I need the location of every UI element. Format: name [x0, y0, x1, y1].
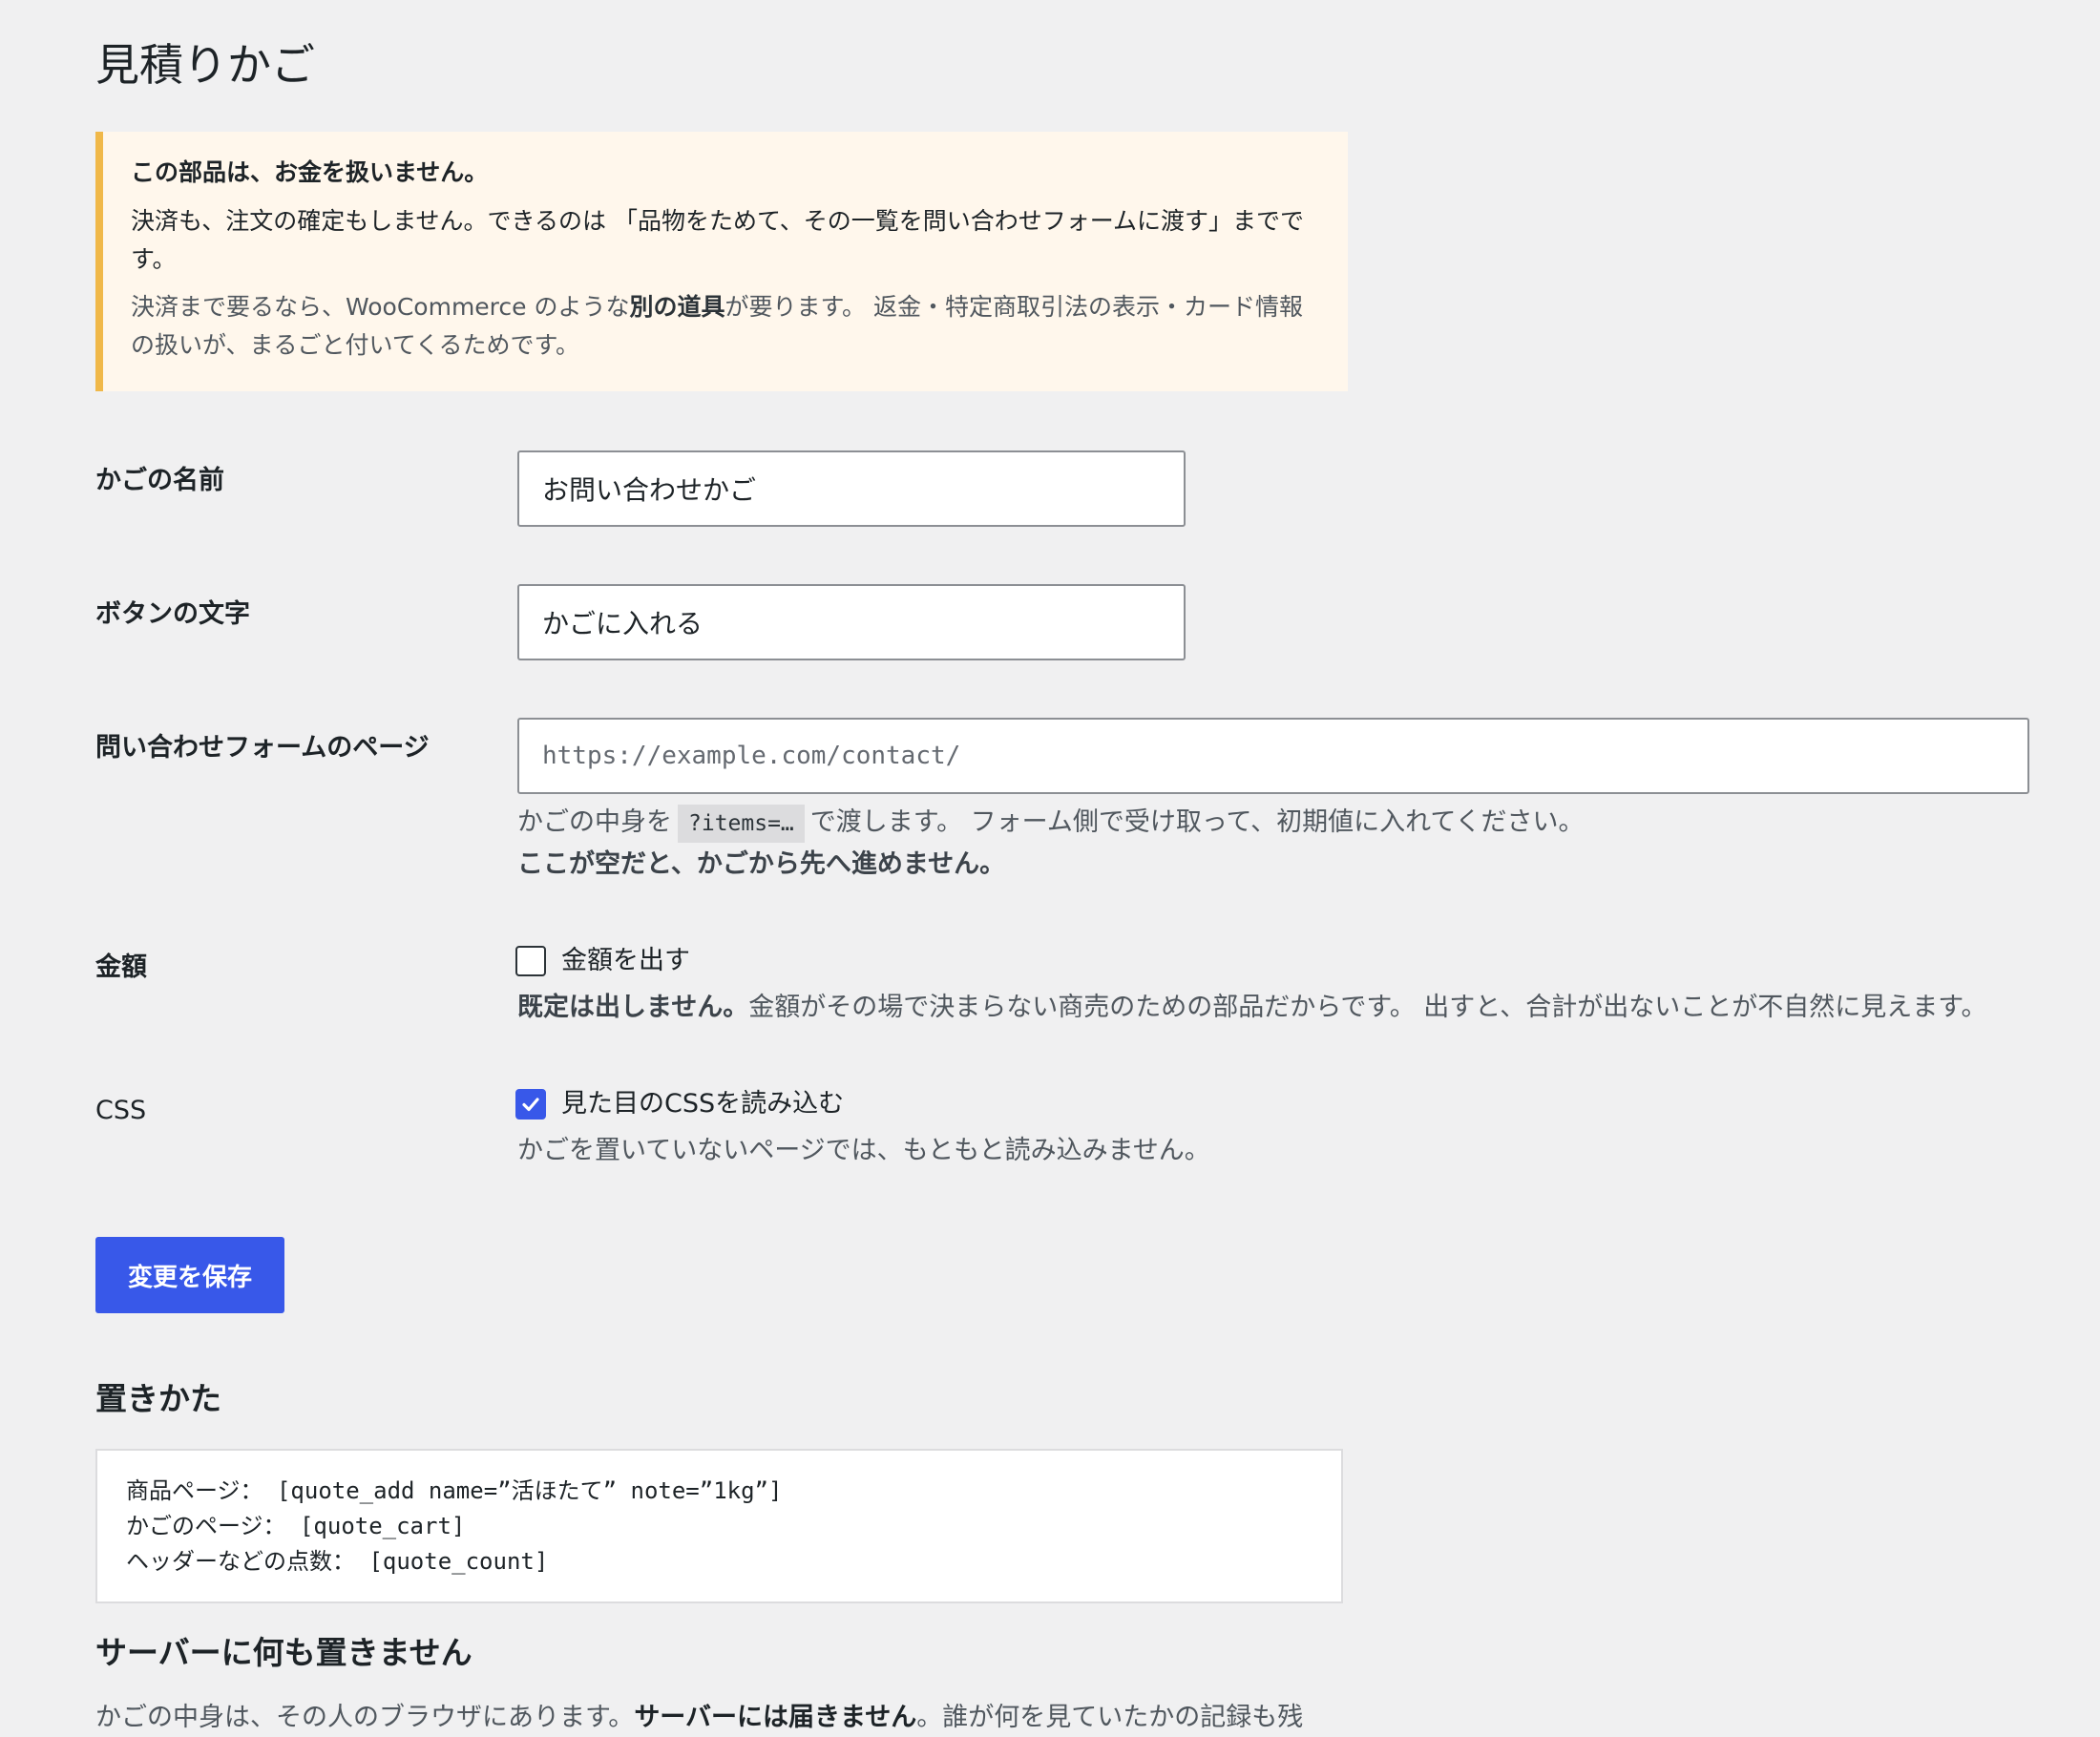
- form-page-warning-strong: ここが空だと、かごから先へ進めません。: [517, 849, 1006, 879]
- cart-name-input[interactable]: [517, 450, 1186, 527]
- css-description: かごを置いていないページでは、もともと読み込みません。: [517, 1136, 1210, 1165]
- page-title: 見積りかご: [95, 39, 315, 91]
- form-page-description: かごの中身を ?items=… で渡します。 フォーム側で受け取って、初期値に入れて…: [517, 802, 1585, 844]
- load-css-checkbox[interactable]: [515, 1089, 546, 1120]
- load-css-option[interactable]: 見た目のCSSを読み込む: [515, 1085, 844, 1123]
- save-changes-button[interactable]: 変更を保存: [95, 1237, 284, 1313]
- placement-heading: 置きかた: [95, 1380, 221, 1417]
- show-price-option[interactable]: 金額を出す: [515, 942, 690, 980]
- price-desc-rest: 金額がその場で決まらない商売のための部品だからです。 出すと、合計が出ないことが…: [748, 993, 1987, 1022]
- items-param-code: ?items=…: [678, 804, 805, 843]
- button-text-label: ボタンの文字: [95, 599, 250, 629]
- checkmark-icon: [522, 1098, 539, 1112]
- form-page-url-input[interactable]: [517, 718, 2029, 794]
- server-heading: サーバーに何も置きません: [95, 1634, 472, 1671]
- load-css-checkbox-label: 見た目のCSSを読み込む: [561, 1089, 845, 1119]
- show-price-checkbox-label: 金額を出す: [561, 946, 690, 975]
- css-label: CSS: [95, 1096, 147, 1125]
- warning-notice: この部品は、お金を扱いません。 決済も、注文の確定もしません。できるのは 「品物…: [95, 132, 1348, 391]
- form-page-desc-before: かごの中身を: [517, 807, 672, 837]
- shortcode-line-product: 商品ページ： [quote_add name=”活ほたて” note=”1kg”…: [126, 1477, 783, 1504]
- server-paragraph: かごの中身は、その人のブラウザにあります。サーバーには届きません。誰が何を見てい…: [95, 1699, 1303, 1737]
- form-page-desc-after: で渡します。 フォーム側で受け取って、初期値に入れてください。: [809, 807, 1585, 837]
- notice-note-before: 決済まで要るなら、WooCommerce のような: [131, 293, 630, 321]
- notice-body: 決済も、注文の確定もしません。できるのは 「品物をためて、その一覧を問い合わせフ…: [131, 207, 1304, 273]
- notice-note-strong: 別の道具: [629, 293, 725, 321]
- cart-name-label: かごの名前: [95, 466, 224, 495]
- form-page-warning: ここが空だと、かごから先へ進めません。: [517, 844, 1005, 886]
- button-text-input[interactable]: [517, 584, 1186, 660]
- form-page-label: 問い合わせフォームのページ: [95, 733, 430, 763]
- notice-title: この部品は、お金を扱いません。: [131, 158, 489, 186]
- price-label: 金額: [95, 952, 147, 982]
- shortcode-line-cart: かごのページ： [quote_cart]: [126, 1513, 466, 1539]
- show-price-checkbox[interactable]: [515, 946, 546, 976]
- shortcode-line-count: ヘッダーなどの点数： [quote_count]: [126, 1548, 549, 1575]
- notice-note: 決済まで要るなら、WooCommerce のような別の道具が要ります。 返金・特…: [131, 288, 1313, 365]
- price-description: 既定は出しません。金額がその場で決まらない商売のための部品だからです。 出すと、…: [517, 987, 1987, 1029]
- settings-page: 見積りかご この部品は、お金を扱いません。 決済も、注文の確定もしません。できる…: [0, 0, 2100, 1732]
- price-desc-strong: 既定は出しません。: [517, 993, 749, 1022]
- shortcode-examples: 商品ページ： [quote_add name=”活ほたて” note=”1kg”…: [95, 1449, 1343, 1603]
